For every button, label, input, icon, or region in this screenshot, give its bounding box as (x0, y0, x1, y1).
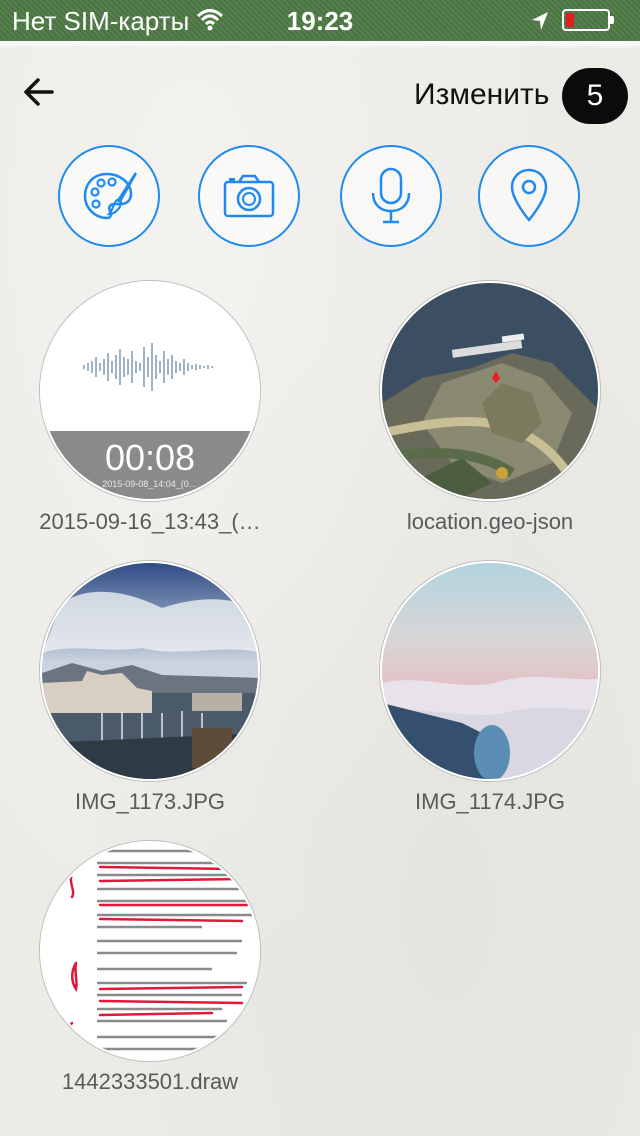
attachment-caption: 1442333501.draw (61, 1069, 239, 1094)
back-button[interactable] (20, 72, 60, 112)
audio-subcaption: 2015-09-08_14:04_(0… (102, 479, 198, 489)
location-arrow-icon (530, 8, 550, 39)
attachment-map[interactable] (380, 281, 600, 501)
count-badge: 5 (562, 68, 628, 124)
map-pin-icon (510, 168, 548, 222)
draw-button[interactable] (58, 145, 160, 247)
edit-button[interactable]: Изменить (414, 78, 549, 112)
audio-duration: 00:08 (104, 437, 196, 478)
attachment-photo[interactable] (40, 561, 260, 781)
voice-button[interactable] (340, 145, 442, 247)
attachment-caption: IMG_1173.JPG (75, 789, 225, 814)
palette-brush-icon (83, 172, 137, 220)
attachment-audio[interactable]: 00:08 2015-09-08_14:04_(0… (40, 281, 260, 501)
camera-button[interactable] (198, 145, 300, 247)
camera-icon (223, 174, 275, 218)
attachment-caption: location.geo-json (406, 509, 574, 534)
torn-paper-edge (0, 38, 640, 50)
photo-thumbnail (42, 563, 258, 779)
back-arrow-icon (24, 78, 54, 106)
attachment-photo[interactable] (380, 561, 600, 781)
attachment-drawing[interactable] (40, 841, 260, 1061)
attachment-caption: 2015-09-16_13:43_(… (39, 509, 261, 534)
map-thumbnail (382, 283, 598, 499)
location-button[interactable] (478, 145, 580, 247)
battery-low-icon (562, 9, 614, 31)
photo-thumbnail (382, 563, 598, 779)
waveform (83, 343, 213, 391)
attachment-caption: IMG_1174.JPG (415, 789, 565, 814)
microphone-icon (371, 167, 411, 224)
drawing-thumbnail (69, 849, 254, 1051)
status-bar: Нет SIM-карты 19:23 (0, 0, 640, 40)
